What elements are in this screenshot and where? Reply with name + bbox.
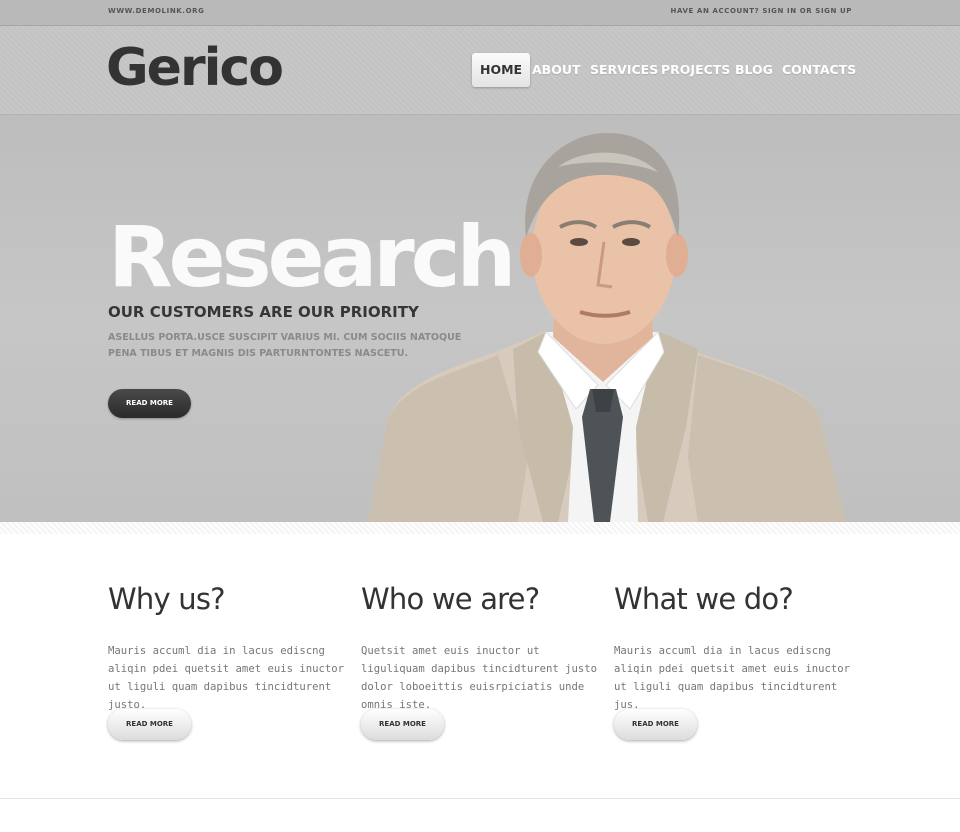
why-us-column: Why us? Mauris accuml dia in lacus edisc…: [108, 582, 353, 740]
column-text: Mauris accuml dia in lacus ediscng aliqi…: [614, 645, 850, 711]
account-prompt: HAVE AN ACCOUNT?: [670, 7, 763, 15]
hero-description: ASELLUS PORTA.USCE SUSCIPIT VARIUS MI. C…: [108, 332, 462, 359]
or-text: OR: [796, 7, 816, 15]
who-we-are-column: Who we are? Quetsit amet euis inuctor ut…: [361, 582, 606, 740]
nav-about[interactable]: ABOUT: [532, 53, 581, 87]
what-we-do-column: What we do? Mauris accuml dia in lacus e…: [614, 582, 859, 740]
hero-read-more-button[interactable]: READ MORE: [108, 389, 191, 418]
nav-services[interactable]: SERVICES: [590, 53, 658, 87]
nav-home[interactable]: HOME: [472, 53, 531, 87]
hero-banner: Research OUR CUSTOMERS ARE OUR PRIORITY …: [0, 115, 960, 522]
businessman-photo: [368, 132, 846, 522]
account-links: HAVE AN ACCOUNT? SIGN IN OR SIGN UP: [671, 7, 853, 15]
nav-projects[interactable]: PROJECTS: [661, 53, 730, 87]
column-title: What we do?: [614, 582, 794, 616]
nav-blog[interactable]: BLOG: [735, 53, 773, 87]
read-more-button[interactable]: READ MORE: [361, 709, 444, 740]
column-title: Why us?: [108, 582, 226, 616]
read-more-button[interactable]: READ MORE: [108, 709, 191, 740]
site-header: Gerico HOME ABOUT SERVICES PROJECTS BLOG…: [0, 26, 960, 115]
logo[interactable]: Gerico: [106, 38, 284, 98]
sign-up-link[interactable]: SIGN UP: [815, 7, 852, 15]
column-title: Who we are?: [361, 582, 540, 616]
hero-headline: Research: [108, 208, 516, 306]
site-link[interactable]: WWW.DEMOLINK.ORG: [108, 7, 204, 15]
top-bar: WWW.DEMOLINK.ORG HAVE AN ACCOUNT? SIGN I…: [0, 0, 960, 26]
column-text: Mauris accuml dia in lacus ediscng aliqi…: [108, 645, 344, 711]
nav-contacts[interactable]: CONTACTS: [782, 53, 856, 87]
section-divider: [0, 522, 960, 534]
read-more-button[interactable]: READ MORE: [614, 709, 697, 740]
sign-in-link[interactable]: SIGN IN: [762, 7, 796, 15]
footer-divider: [0, 798, 960, 799]
column-text: Quetsit amet euis inuctor ut liguliquam …: [361, 645, 597, 711]
hero-subheadline: OUR CUSTOMERS ARE OUR PRIORITY: [108, 303, 419, 321]
